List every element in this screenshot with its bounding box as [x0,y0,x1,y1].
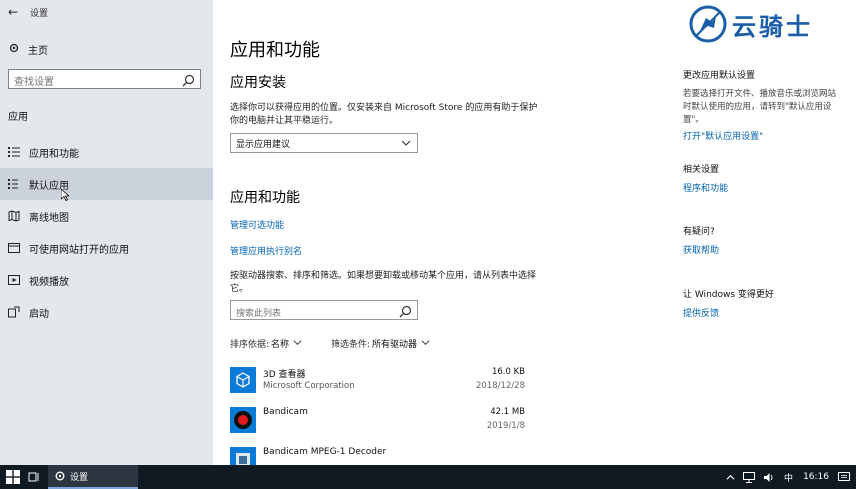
app-size: 42.1 MB [490,407,525,417]
sidebar: ← 设置 主页 应用 应用和功能 默认应用 离线地图 可使用 [0,0,213,465]
apps-heading: 应用和功能 [230,190,300,206]
app-size: 16.0 KB [491,367,525,377]
app-list-search-box[interactable] [230,300,418,323]
sidebar-item-label: 启动 [29,308,49,320]
startup-icon [7,306,21,318]
watermark-logo-text: 云骑士 [732,12,813,41]
volume-icon[interactable] [763,472,775,483]
app-list-item[interactable]: Bandicam 42.1 MB 2019/1/8 [230,407,525,447]
sort-dropdown[interactable]: 排序依据: 名称 [230,337,302,350]
sidebar-item-label: 离线地图 [29,212,69,224]
knight-logo-icon [689,5,727,43]
chevron-down-icon [293,338,302,350]
filter-dropdown[interactable]: 筛选条件: 所有驱动器 [331,337,430,350]
default-apps-icon [7,179,21,189]
gear-icon [8,42,22,57]
search-icon[interactable] [182,72,195,91]
default-apps-panel: 更改应用默认设置 若要选择打开文件、播放音乐或浏览网站时默认使用的应用，请转到"… [683,68,843,142]
bandicam-icon [230,407,256,433]
install-heading: 应用安装 [230,75,286,91]
sidebar-item-video-playback[interactable]: 视频播放 [0,264,213,296]
sidebar-home-label: 主页 [28,46,48,57]
manage-optional-features-link[interactable]: 管理可选功能 [230,218,284,231]
default-apps-heading: 更改应用默认设置 [683,71,756,81]
get-help-link[interactable]: 获取帮助 [683,243,843,256]
app-name: 3D 查看器 [263,370,306,380]
install-description: 选择你可以获得应用的位置。仅安装来自 Microsoft Store 的应用有助… [230,103,538,126]
app-list-item[interactable]: 3D 查看器 Microsoft Corporation 16.0 KB 201… [230,367,525,407]
taskbar: 设置 中 16:16 [0,465,856,489]
chevron-down-icon [401,138,411,151]
bandicam-decoder-icon [230,447,256,465]
open-default-apps-link[interactable]: 打开"默认应用设置" [683,129,843,142]
sidebar-item-label: 应用和功能 [29,148,79,160]
network-icon[interactable] [743,471,756,483]
settings-search-box[interactable] [8,69,201,92]
website-icon [7,242,21,254]
sidebar-item-apps-features[interactable]: 应用和功能 [0,136,213,168]
app-publisher: Microsoft Corporation [263,381,355,391]
page-title: 应用和功能 [230,40,320,61]
feedback-heading: 让 Windows 变得更好 [683,290,774,300]
gear-icon [55,471,65,481]
filter-label: 筛选条件: [331,340,371,350]
filter-value: 所有驱动器 [372,340,418,350]
chevron-down-icon [421,338,430,350]
app-name: Bandicam [263,407,308,417]
related-settings-panel: 相关设置 程序和功能 [683,162,843,194]
notification-icon[interactable] [838,471,850,483]
list-icon [7,147,21,157]
back-arrow-icon[interactable]: ← [8,5,24,19]
3d-viewer-icon [230,367,256,393]
taskbar-clock[interactable]: 16:16 [803,472,829,482]
taskbar-app-label: 设置 [70,472,89,483]
sidebar-home[interactable]: 主页 [8,42,48,57]
feedback-panel: 让 Windows 变得更好 提供反馈 [683,287,843,319]
sidebar-section-title: 应用 [8,112,28,123]
app-list-search-input[interactable] [231,305,386,323]
sidebar-item-label: 视频播放 [29,276,69,288]
sidebar-item-default-apps[interactable]: 默认应用 [0,168,213,200]
sort-value: 名称 [271,340,290,350]
app-date: 2018/12/28 [476,381,525,391]
mouse-cursor-icon [61,189,69,201]
chevron-up-icon[interactable] [726,473,735,482]
programs-features-link[interactable]: 程序和功能 [683,181,843,194]
sort-label: 排序依据: [230,340,270,350]
sidebar-item-apps-for-websites[interactable]: 可使用网站打开的应用 [0,232,213,264]
main-content: 应用和功能 应用安装 选择你可以获得应用的位置。仅安装来自 Microsoft … [213,0,856,465]
default-apps-text: 若要选择打开文件、播放音乐或浏览网站时默认使用的应用，请转到"默认应用设置"。 [683,89,837,125]
settings-search-input[interactable] [9,73,174,92]
task-view-icon[interactable] [28,471,40,483]
give-feedback-link[interactable]: 提供反馈 [683,306,843,319]
taskbar-settings-app[interactable]: 设置 [48,465,138,489]
map-icon [7,210,21,222]
help-panel: 有疑问? 获取帮助 [683,224,843,256]
ime-indicator[interactable]: 中 [784,471,793,484]
dropdown-value: 显示应用建议 [236,139,291,150]
app-install-dropdown[interactable]: 显示应用建议 [230,133,418,153]
title-bar: ← 设置 [8,5,48,19]
app-list-item[interactable]: Bandicam MPEG-1 Decoder [230,447,525,465]
app-name: Bandicam MPEG-1 Decoder [263,447,387,457]
system-tray: 中 16:16 [722,465,856,489]
sidebar-item-label: 可使用网站打开的应用 [29,244,129,256]
sidebar-item-startup[interactable]: 启动 [0,296,213,328]
search-icon[interactable] [399,303,412,322]
windows-start-icon[interactable] [6,470,20,484]
app-date: 2019/1/8 [486,421,525,431]
help-heading: 有疑问? [683,227,715,237]
related-settings-heading: 相关设置 [683,165,720,175]
video-icon [7,274,21,286]
watermark-logo: 云骑士 [688,4,813,44]
apps-description: 按驱动器搜索、排序和筛选。如果想要卸载或移动某个应用，请从列表中选择它。 [230,271,537,294]
manage-app-alias-link[interactable]: 管理应用执行别名 [230,244,302,257]
window-title: 设置 [30,8,49,19]
sidebar-item-offline-maps[interactable]: 离线地图 [0,200,213,232]
